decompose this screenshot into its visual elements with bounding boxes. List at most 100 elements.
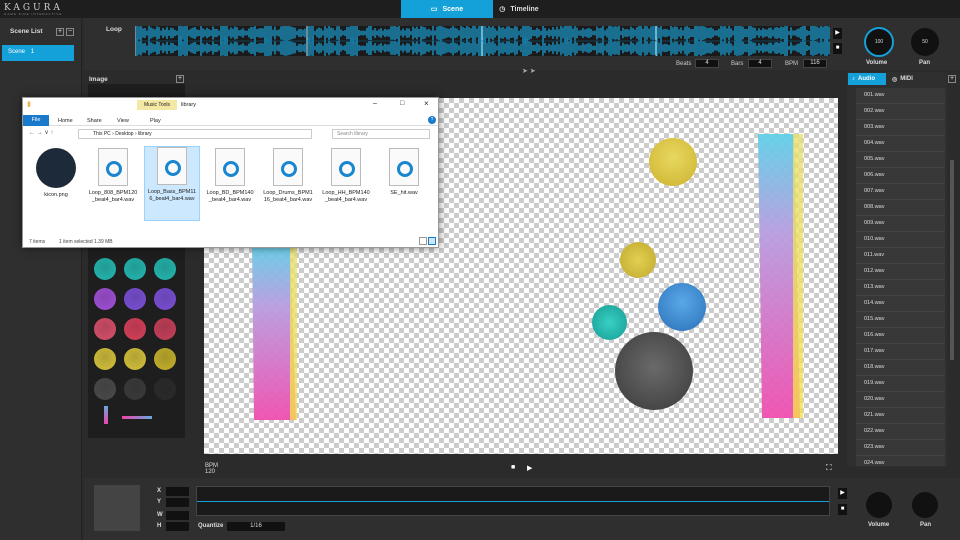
file-tile[interactable]: Loop_HH_BPM140_beat4_bar4.wav — [319, 148, 373, 204]
audio-list-scrollbar[interactable] — [950, 160, 954, 360]
image-swatch[interactable] — [154, 288, 176, 310]
quantize-select[interactable]: 1/16 — [227, 522, 285, 531]
play-icon[interactable]: ▶ — [833, 28, 842, 39]
close-icon[interactable]: × — [424, 99, 429, 108]
large-icons-view-icon[interactable] — [428, 237, 436, 245]
audio-list-item[interactable]: 002.wav — [856, 104, 945, 120]
file-tile[interactable]: Loop_808_BPM120_beat4_bar4.wav — [86, 148, 140, 204]
tab-midi[interactable]: ◎ MIDI — [888, 73, 938, 85]
breadcrumb-2[interactable]: Desktop — [115, 131, 133, 137]
bottom-play-icon[interactable]: ▶ — [838, 488, 847, 499]
bar-image-thumb[interactable] — [122, 416, 152, 419]
right-bar-object[interactable] — [758, 134, 803, 418]
loop-waveform[interactable] — [134, 21, 830, 60]
audio-list-item[interactable]: 006.wav — [856, 168, 945, 184]
image-swatch[interactable] — [124, 258, 146, 280]
audio-list-item[interactable]: 001.wav — [856, 88, 945, 104]
nav-arrows-icon[interactable]: ← → ∨ ↑ — [29, 129, 53, 136]
canvas-stop-icon[interactable]: ■ — [511, 464, 515, 471]
audio-list-item[interactable]: 019.wav — [856, 376, 945, 392]
image-swatch[interactable] — [124, 318, 146, 340]
blue-circle[interactable] — [658, 283, 706, 331]
image-swatch[interactable] — [154, 258, 176, 280]
file-tile[interactable]: SE_hit.wav — [377, 148, 431, 197]
ribbon-file[interactable]: File — [23, 115, 49, 126]
image-swatch[interactable] — [124, 378, 146, 400]
file-explorer-window[interactable]: ▮ Music Tools library – □ × File Home Sh… — [22, 97, 439, 248]
fullscreen-icon[interactable]: ⛶ — [826, 463, 832, 473]
audio-list-item[interactable]: 007.wav — [856, 184, 945, 200]
file-tile[interactable]: Loop_Bass_BPM116_beat4_bar4.wav — [144, 146, 200, 221]
add-audio-button[interactable]: + — [948, 75, 956, 83]
canvas-play-icon[interactable]: ▶ — [527, 464, 532, 472]
breadcrumb-1[interactable]: This PC — [93, 131, 111, 137]
search-input[interactable]: Search library — [332, 129, 430, 139]
audio-list-item[interactable]: 024.wav — [856, 456, 945, 466]
image-swatch[interactable] — [94, 318, 116, 340]
file-tile[interactable]: Loop_BD_BPM140_beat4_bar4.wav — [203, 148, 257, 204]
audio-list-item[interactable]: 014.wav — [856, 296, 945, 312]
audio-list-item[interactable]: 013.wav — [856, 280, 945, 296]
remove-scene-button[interactable]: − — [66, 28, 74, 36]
audio-list-item[interactable]: 005.wav — [856, 152, 945, 168]
bottom-pan-knob[interactable] — [912, 492, 938, 518]
bar-image-thumb[interactable] — [104, 406, 108, 424]
gray-circle[interactable] — [615, 332, 693, 410]
audio-list-item[interactable]: 008.wav — [856, 200, 945, 216]
yellow-circle-small[interactable] — [620, 242, 656, 278]
audio-list-item[interactable]: 021.wav — [856, 408, 945, 424]
minimize-icon[interactable]: – — [373, 100, 377, 107]
pointer-tool-icon[interactable]: ➤ ➤ — [522, 67, 536, 75]
address-bar[interactable]: This PC › Desktop › library — [78, 129, 312, 139]
audio-list-item[interactable]: 016.wav — [856, 328, 945, 344]
image-swatch[interactable] — [154, 318, 176, 340]
image-swatch[interactable] — [94, 258, 116, 280]
image-swatch[interactable] — [94, 288, 116, 310]
h-field[interactable] — [166, 522, 189, 531]
help-icon[interactable]: ? — [428, 116, 436, 124]
file-tile[interactable]: Loop_Drums_BPM116_beat4_bar4.wav — [261, 148, 315, 204]
image-swatch[interactable] — [124, 348, 146, 370]
scene-list-item[interactable]: Scene 1 — [2, 45, 74, 61]
left-bar-object[interactable] — [252, 243, 297, 420]
bars-field[interactable]: 4 — [748, 59, 772, 68]
maximize-icon[interactable]: □ — [400, 100, 404, 107]
details-view-icon[interactable] — [419, 237, 427, 245]
explorer-titlebar[interactable]: ▮ Music Tools library – □ × — [23, 98, 438, 110]
ribbon-share[interactable]: Share — [87, 118, 102, 124]
x-field[interactable] — [166, 487, 189, 496]
audio-list-item[interactable]: 011.wav — [856, 248, 945, 264]
volume-knob[interactable]: 100 — [864, 27, 894, 57]
tab-timeline[interactable]: ◷ Timeline — [473, 0, 565, 18]
audio-list-item[interactable]: 010.wav — [856, 232, 945, 248]
ribbon-play[interactable]: Play — [150, 118, 161, 124]
add-image-button[interactable]: + — [176, 75, 184, 83]
audio-list-item[interactable]: 023.wav — [856, 440, 945, 456]
bottom-volume-knob[interactable] — [866, 492, 892, 518]
audio-list-item[interactable]: 015.wav — [856, 312, 945, 328]
yellow-circle-large[interactable] — [649, 138, 697, 186]
breadcrumb-3[interactable]: library — [138, 131, 152, 137]
bpm-field[interactable]: 116 — [803, 59, 827, 68]
audio-list-item[interactable]: 004.wav — [856, 136, 945, 152]
audio-list-item[interactable]: 018.wav — [856, 360, 945, 376]
add-scene-button[interactable]: + — [56, 28, 64, 36]
stop-icon[interactable]: ■ — [833, 43, 842, 54]
audio-list-item[interactable]: 022.wav — [856, 424, 945, 440]
y-field[interactable] — [166, 498, 189, 507]
audio-list-item[interactable]: 017.wav — [856, 344, 945, 360]
image-swatch[interactable] — [124, 288, 146, 310]
w-field[interactable] — [166, 511, 189, 520]
ribbon-view[interactable]: View — [117, 118, 129, 124]
audio-list-item[interactable]: 020.wav — [856, 392, 945, 408]
bottom-stop-icon[interactable]: ■ — [838, 504, 847, 515]
image-swatch[interactable] — [94, 378, 116, 400]
image-swatch[interactable] — [94, 348, 116, 370]
object-timeline[interactable] — [196, 486, 830, 516]
file-tile[interactable]: kicon.png — [29, 148, 83, 199]
image-swatch[interactable] — [154, 378, 176, 400]
ribbon-home[interactable]: Home — [58, 118, 73, 124]
pan-knob[interactable]: 50 — [911, 28, 939, 56]
tab-audio[interactable]: ♪ Audio — [848, 73, 886, 85]
audio-list-item[interactable]: 009.wav — [856, 216, 945, 232]
